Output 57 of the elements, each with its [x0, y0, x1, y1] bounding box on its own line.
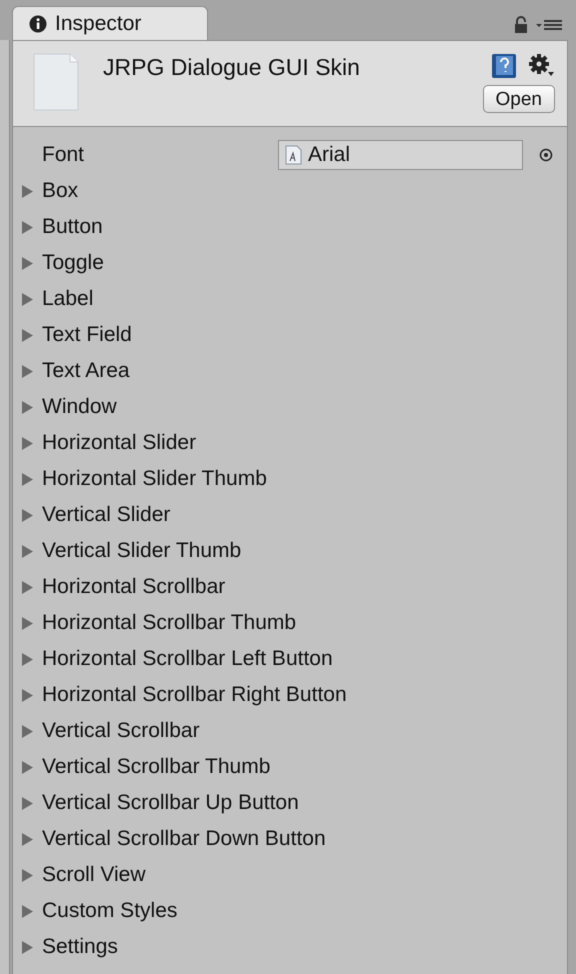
- foldout-label[interactable]: Text Area: [42, 355, 130, 387]
- foldout-arrow-icon[interactable]: [20, 472, 35, 486]
- foldout-arrow-icon[interactable]: [20, 904, 35, 918]
- foldout-arrow-icon[interactable]: [20, 544, 35, 558]
- foldout-label[interactable]: Vertical Scrollbar Down Button: [42, 823, 326, 855]
- foldout-arrow-icon[interactable]: [20, 724, 35, 738]
- foldout-label[interactable]: Horizontal Slider: [42, 427, 196, 459]
- foldout-arrow-icon[interactable]: [20, 940, 35, 954]
- foldout-arrow-icon[interactable]: [20, 292, 35, 306]
- font-label: Font: [42, 142, 86, 168]
- foldout-arrow-icon[interactable]: [20, 796, 35, 810]
- info-icon: [29, 14, 47, 32]
- foldout-label[interactable]: Horizontal Scrollbar: [42, 571, 226, 603]
- foldout-label[interactable]: Label: [42, 283, 94, 315]
- foldout-label[interactable]: Button: [42, 211, 103, 243]
- foldout-arrow-icon[interactable]: [20, 580, 35, 594]
- foldout-label[interactable]: Text Field: [42, 319, 132, 351]
- foldout-arrow-icon[interactable]: [20, 868, 35, 882]
- foldout-arrow-icon[interactable]: [20, 256, 35, 270]
- foldout-arrow-icon[interactable]: [20, 328, 35, 342]
- foldout-arrow-icon[interactable]: [20, 760, 35, 774]
- asset-title: JRPG Dialogue GUI Skin: [103, 53, 360, 82]
- padlock-icon[interactable]: [514, 16, 528, 34]
- foldout-label[interactable]: Vertical Scrollbar: [42, 715, 200, 747]
- font-file-icon: [285, 145, 302, 165]
- foldout-arrow-icon[interactable]: [20, 832, 35, 846]
- foldout-label[interactable]: Scroll View: [42, 859, 146, 891]
- foldout-arrow-icon[interactable]: [20, 436, 35, 450]
- foldout-label[interactable]: Vertical Scrollbar Up Button: [42, 787, 299, 819]
- foldout-label[interactable]: Vertical Slider Thumb: [42, 535, 242, 567]
- foldout-label[interactable]: Horizontal Scrollbar Right Button: [42, 679, 347, 711]
- foldout-arrow-icon[interactable]: [20, 688, 35, 702]
- help-book-icon[interactable]: [491, 53, 517, 79]
- foldout-label[interactable]: Box: [42, 175, 78, 207]
- foldout-arrow-icon[interactable]: [20, 184, 35, 198]
- foldout-label[interactable]: Horizontal Slider Thumb: [42, 463, 267, 495]
- foldout-label[interactable]: Settings: [42, 931, 118, 963]
- foldout-label[interactable]: Horizontal Scrollbar Left Button: [42, 643, 333, 675]
- gear-icon[interactable]: [529, 54, 555, 78]
- foldout-label[interactable]: Custom Styles: [42, 895, 178, 927]
- menu-icon[interactable]: [536, 19, 562, 31]
- foldout-arrow-icon[interactable]: [20, 400, 35, 414]
- foldout-label[interactable]: Horizontal Scrollbar Thumb: [42, 607, 296, 639]
- foldout-arrow-icon[interactable]: [20, 508, 35, 522]
- foldout-label[interactable]: Vertical Scrollbar Thumb: [42, 751, 270, 783]
- font-field[interactable]: Arial: [278, 140, 523, 170]
- foldout-arrow-icon[interactable]: [20, 616, 35, 630]
- foldout-arrow-icon[interactable]: [20, 364, 35, 378]
- inspector-tab[interactable]: Inspector: [12, 6, 208, 40]
- foldout-label[interactable]: Window: [42, 391, 117, 423]
- foldout-arrow-icon[interactable]: [20, 652, 35, 666]
- object-picker-icon[interactable]: [539, 148, 553, 162]
- foldout-arrow-icon[interactable]: [20, 220, 35, 234]
- file-icon: [33, 53, 79, 111]
- foldout-label[interactable]: Vertical Slider: [42, 499, 170, 531]
- foldout-label[interactable]: Toggle: [42, 247, 104, 279]
- open-button[interactable]: Open: [482, 85, 555, 113]
